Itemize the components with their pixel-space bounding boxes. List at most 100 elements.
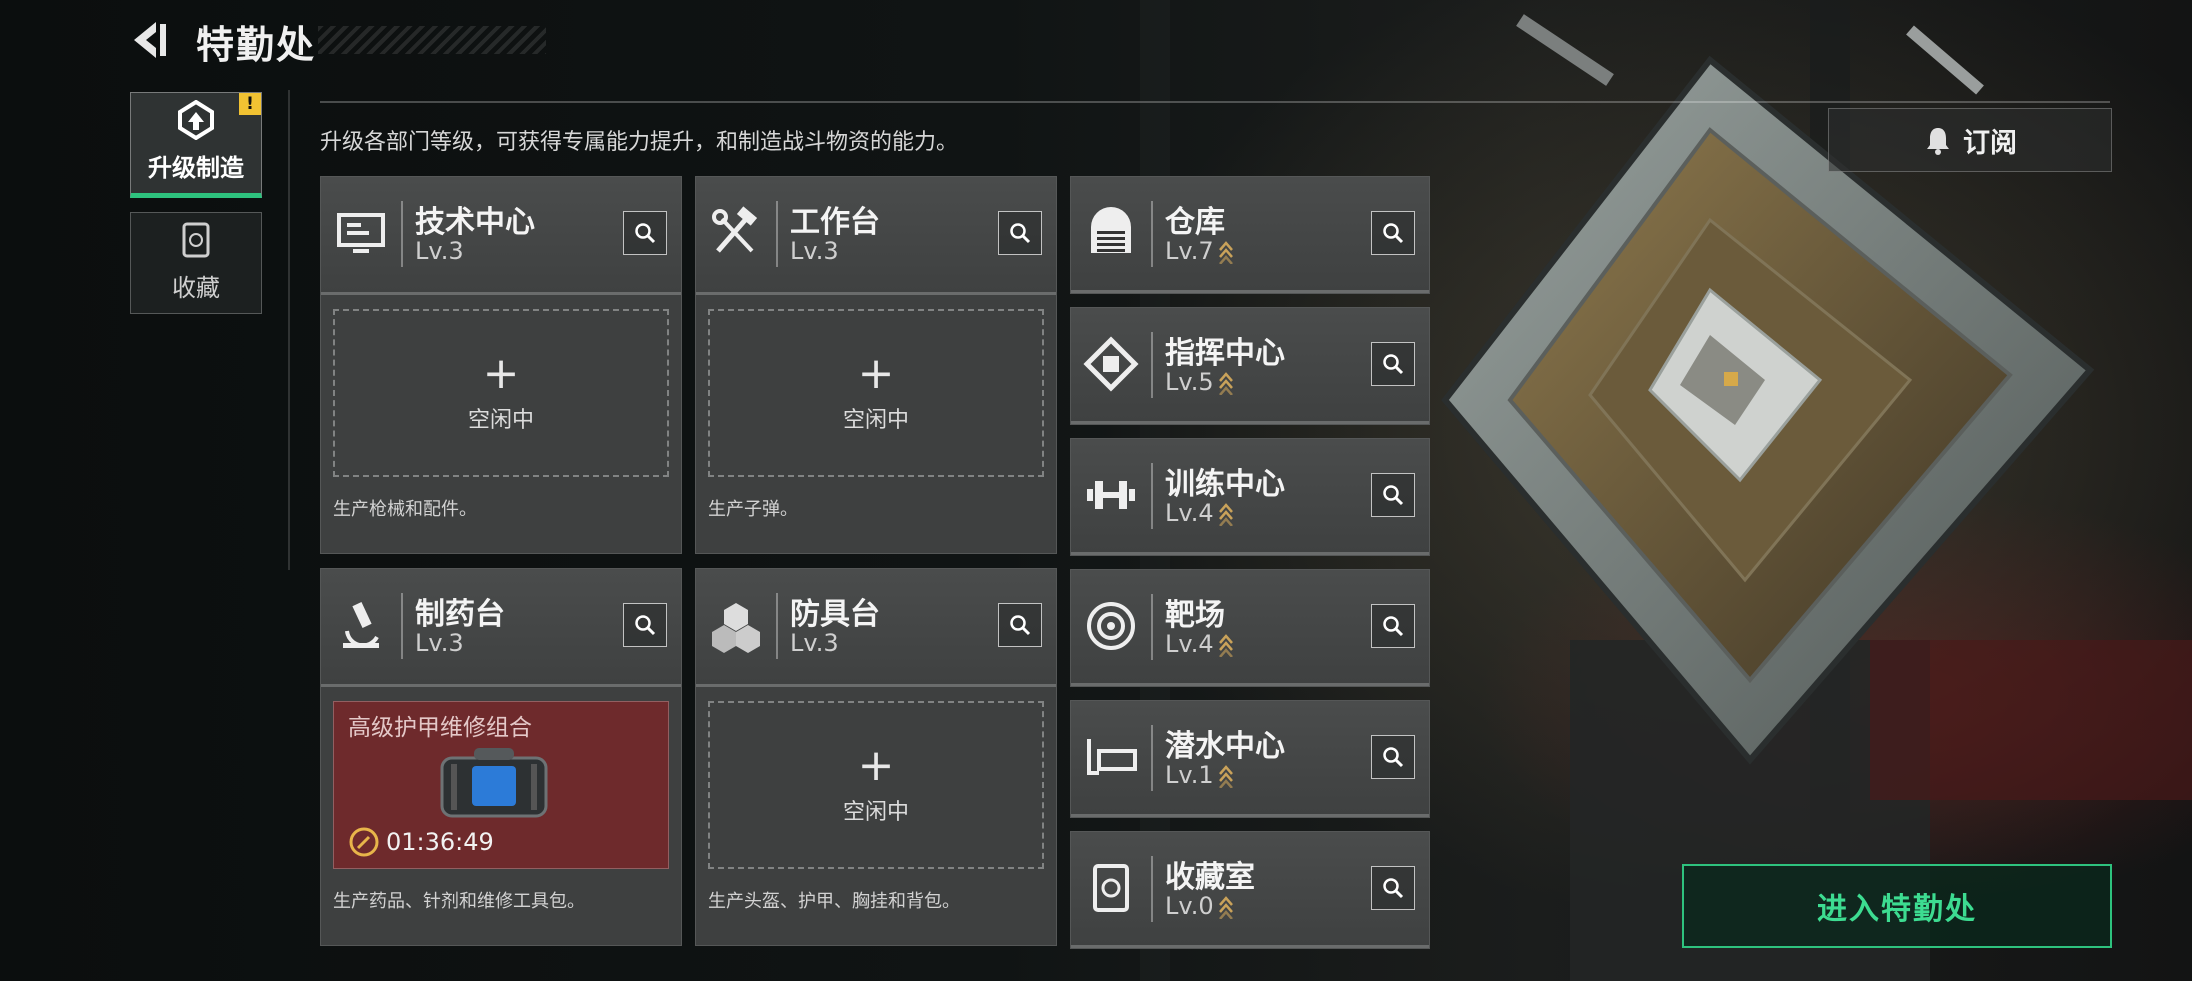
facility-card-collection-room: 收藏室 Lv.0 <box>1070 831 1430 949</box>
crafting-item-name: 高级护甲维修组合 <box>348 715 532 741</box>
facility-card-command-center: 指挥中心 Lv.5 <box>1070 307 1430 425</box>
search-button[interactable] <box>1371 473 1415 517</box>
plus-icon: + <box>482 348 520 399</box>
facility-name: 指挥中心 <box>1165 336 1285 371</box>
plus-icon: + <box>857 740 895 791</box>
plus-icon: + <box>857 348 895 399</box>
facility-level: Lv.0 <box>1165 892 1234 920</box>
bell-icon <box>1927 128 1949 155</box>
idle-production-slot[interactable]: + 空闲中 <box>708 309 1044 477</box>
facility-note: 生产头盔、护甲、胸挂和背包。 <box>708 891 960 912</box>
search-icon <box>1010 615 1031 636</box>
search-button[interactable] <box>998 603 1042 647</box>
active-crafting-slot[interactable]: 高级护甲维修组合 01:36:49 <box>333 701 669 869</box>
facility-name: 靶场 <box>1165 598 1225 633</box>
facility-level: Lv.3 <box>790 237 839 265</box>
search-button[interactable] <box>1371 211 1415 255</box>
subscribe-label: 订阅 <box>1963 127 2017 159</box>
microscope-icon <box>343 602 379 648</box>
crafting-timer: 01:36:49 <box>386 828 494 856</box>
facility-header[interactable]: 训练中心 Lv.4 <box>1071 439 1429 555</box>
facility-header[interactable]: 制药台 Lv.3 <box>321 569 681 687</box>
description-text: 升级各部门等级，可获得专属能力提升，和制造战斗物资的能力。 <box>320 130 959 155</box>
dumbbell-icon <box>1087 481 1135 509</box>
search-icon <box>635 615 656 636</box>
monitor-icon <box>337 213 385 253</box>
slot-status: 空闲中 <box>842 408 909 433</box>
facility-header[interactable]: 技术中心 Lv.3 <box>321 177 681 295</box>
search-icon <box>1383 485 1404 506</box>
facility-name: 潜水中心 <box>1165 729 1285 764</box>
facility-card-warehouse: 仓库 Lv.7 <box>1070 176 1430 294</box>
search-icon <box>1010 223 1031 244</box>
facility-level: Lv.7 <box>1165 237 1234 265</box>
facility-level: Lv.3 <box>415 629 464 657</box>
facility-card-training-center: 训练中心 Lv.4 <box>1070 438 1430 556</box>
upgrade-available-icon <box>1218 241 1233 264</box>
armor-repair-kit-image <box>440 748 548 818</box>
tab-collection[interactable]: 收藏 <box>130 212 262 314</box>
search-icon <box>1383 747 1404 768</box>
facility-name: 训练中心 <box>1165 467 1285 502</box>
search-button[interactable] <box>623 603 667 647</box>
warning-badge: ! <box>239 93 261 115</box>
tab-upgrade-manufacture[interactable]: ! 升级制造 <box>130 92 262 198</box>
facility-name: 防具台 <box>790 597 880 632</box>
armor-blocks-icon <box>712 603 760 653</box>
facility-header[interactable]: 指挥中心 Lv.5 <box>1071 308 1429 424</box>
back-arrow-icon[interactable] <box>128 18 172 62</box>
search-icon <box>1383 223 1404 244</box>
upgrade-available-icon <box>1218 634 1233 657</box>
tools-icon <box>712 206 758 253</box>
upgrade-available-icon <box>1218 372 1233 395</box>
collection-room-icon <box>1093 864 1129 912</box>
search-button[interactable] <box>1371 342 1415 386</box>
facility-name: 制药台 <box>415 597 505 632</box>
search-button[interactable] <box>998 211 1042 255</box>
idle-production-slot[interactable]: + 空闲中 <box>708 701 1044 869</box>
upgrade-available-icon <box>1218 896 1233 919</box>
subscribe-button[interactable]: 订阅 <box>1828 108 2112 172</box>
search-button[interactable] <box>1371 866 1415 910</box>
search-button[interactable] <box>1371 604 1415 648</box>
facility-level: Lv.1 <box>1165 761 1234 789</box>
facility-header[interactable]: 防具台 Lv.3 <box>696 569 1056 687</box>
upgrade-gear-icon <box>178 100 214 140</box>
slot-status: 空闲中 <box>842 800 909 825</box>
enter-special-ops-button[interactable]: 进入特勤处 <box>1682 864 2112 948</box>
tab-label: 收藏 <box>172 274 220 302</box>
collection-icon <box>182 222 210 258</box>
facility-level: Lv.4 <box>1165 499 1234 527</box>
diving-mask-icon <box>1087 739 1137 775</box>
facility-header[interactable]: 仓库 Lv.7 <box>1071 177 1429 293</box>
slot-status: 空闲中 <box>467 408 534 433</box>
facility-card-armor-bench: 防具台 Lv.3 + 空闲中 生产头盔、护甲、胸挂和背包。 <box>695 568 1057 946</box>
facility-header[interactable]: 工作台 Lv.3 <box>696 177 1056 295</box>
facility-header[interactable]: 收藏室 Lv.0 <box>1071 832 1429 948</box>
tab-label: 升级制造 <box>148 154 244 182</box>
search-button[interactable] <box>623 211 667 255</box>
search-icon <box>1383 616 1404 637</box>
enter-button-label: 进入特勤处 <box>1817 892 1977 927</box>
facility-level: Lv.4 <box>1165 630 1234 658</box>
facility-header[interactable]: 靶场 Lv.4 <box>1071 570 1429 686</box>
search-icon <box>1383 878 1404 899</box>
page-title: 特勤处 <box>196 23 317 67</box>
search-icon <box>635 223 656 244</box>
facility-name: 仓库 <box>1165 205 1225 240</box>
facility-header[interactable]: 潜水中心 Lv.1 <box>1071 701 1429 817</box>
divider <box>288 90 290 570</box>
upgrade-available-icon <box>1218 503 1233 526</box>
search-button[interactable] <box>1371 735 1415 779</box>
facility-card-workbench: 工作台 Lv.3 + 空闲中 生产子弹。 <box>695 176 1057 554</box>
divider <box>320 101 2110 103</box>
wrench-timer-icon <box>349 827 379 857</box>
facility-name: 收藏室 <box>1165 860 1255 895</box>
idle-production-slot[interactable]: + 空闲中 <box>333 309 669 477</box>
command-chip-icon <box>1083 336 1139 392</box>
facility-card-pharmacy: 制药台 Lv.3 高级护甲维修组合 01:36:49 生产药品、针剂和维修工具包… <box>320 568 682 946</box>
facility-note: 生产子弹。 <box>708 499 798 520</box>
target-icon <box>1087 602 1135 650</box>
facility-card-tech-center: 技术中心 Lv.3 + 空闲中 生产枪械和配件。 <box>320 176 682 554</box>
title-decoration <box>318 26 546 54</box>
